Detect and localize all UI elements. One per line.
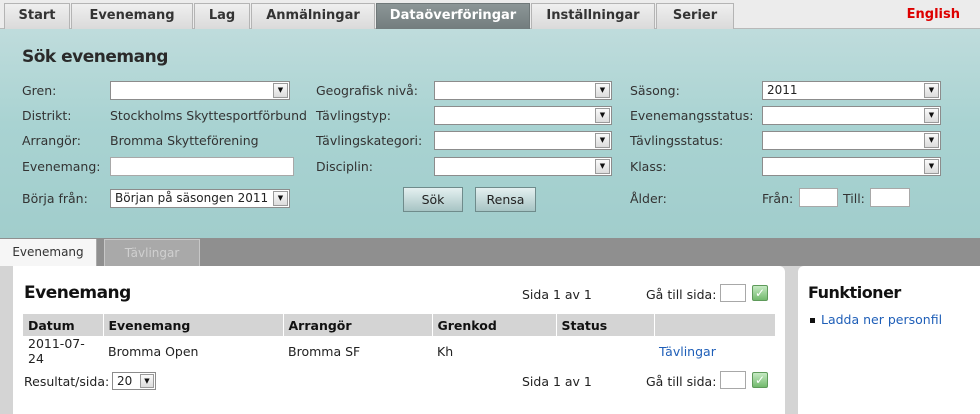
sasong-value: 2011: [767, 83, 798, 97]
sasong-label: Säsong:: [630, 83, 680, 98]
tavlingstyp-label: Tävlingstyp:: [316, 108, 391, 123]
cell-grenkod: Kh: [437, 343, 454, 359]
download-personfil-link[interactable]: Ladda ner personfil: [821, 312, 942, 327]
table-row: 2011-07-24 Bromma Open Bromma SF Kh Tävl…: [23, 336, 776, 366]
functions-title: Funktioner: [808, 283, 901, 302]
goto-page-input-bottom[interactable]: [720, 371, 746, 389]
geografisk-niva-label: Geografisk nivå:: [316, 83, 419, 98]
disciplin-select[interactable]: ▼: [434, 157, 612, 176]
table-header-row: Datum Evenemang Arrangör Grenkod Status: [23, 314, 776, 336]
sasong-select[interactable]: 2011 ▼: [762, 81, 941, 100]
bullet-icon: [810, 318, 815, 323]
borja-fran-label: Börja från:: [22, 191, 88, 206]
cell-actions: Tävlingar: [654, 336, 776, 366]
alder-fran-label: Från:: [762, 191, 794, 206]
cell-arrangor: Bromma SF: [288, 343, 361, 359]
klass-select[interactable]: ▼: [762, 157, 941, 176]
dropdown-arrow-icon: ▼: [273, 83, 288, 98]
goto-label-bottom: Gå till sida:: [646, 374, 717, 389]
dropdown-arrow-icon: ▼: [595, 159, 610, 174]
language-link-english[interactable]: English: [907, 3, 960, 27]
alder-fran-input[interactable]: [799, 188, 838, 207]
col-datum[interactable]: Datum: [23, 314, 104, 336]
events-table: Datum Evenemang Arrangör Grenkod Status …: [23, 314, 776, 366]
cell-status: [556, 336, 654, 366]
col-status[interactable]: Status: [556, 314, 655, 336]
tavlingskategori-label: Tävlingskategori:: [316, 133, 423, 148]
functions-panel: Funktioner Ladda ner personfil: [798, 266, 980, 414]
nav-tab-installningar[interactable]: Inställningar: [531, 3, 655, 29]
dropdown-arrow-icon: ▼: [595, 133, 610, 148]
nav-tab-anmalningar[interactable]: Anmälningar: [251, 3, 375, 29]
col-evenemang[interactable]: Evenemang: [103, 314, 284, 336]
col-grenkod[interactable]: Grenkod: [432, 314, 557, 336]
pager-top: Sida 1 av 1: [522, 287, 592, 302]
gren-label: Gren:: [22, 83, 57, 98]
cell-datum: 2011-07-24: [28, 336, 85, 366]
dropdown-arrow-icon: ▼: [595, 83, 610, 98]
tavlingsstatus-label: Tävlingsstatus:: [630, 133, 724, 148]
alder-label: Ålder:: [630, 191, 667, 206]
col-arrangor[interactable]: Arrangör: [283, 314, 433, 336]
borja-fran-select[interactable]: Början på säsongen 2011 ▼: [110, 189, 290, 208]
dropdown-arrow-icon: ▼: [924, 108, 939, 123]
col-actions: [654, 314, 776, 336]
disciplin-label: Disciplin:: [316, 159, 373, 174]
search-title: Sök evenemang: [22, 47, 168, 67]
dropdown-arrow-icon: ▼: [924, 159, 939, 174]
pager-bottom: Sida 1 av 1: [522, 374, 592, 389]
tab-tavlingar[interactable]: Tävlingar: [104, 239, 200, 266]
nav-tab-lag[interactable]: Lag: [194, 3, 250, 29]
per-page-value: 20: [117, 374, 133, 388]
geografisk-niva-select[interactable]: ▼: [434, 81, 612, 100]
tavlingstyp-select[interactable]: ▼: [434, 106, 612, 125]
alder-till-label: Till:: [843, 191, 865, 206]
nav-tab-serier[interactable]: Serier: [656, 3, 734, 29]
goto-page-input-top[interactable]: [720, 284, 746, 302]
per-page-select[interactable]: 20 ▼: [112, 372, 156, 390]
results-panel: Evenemang Sida 1 av 1 Gå till sida: ✓ Da…: [13, 266, 785, 414]
result-tabs: Evenemang Tävlingar: [0, 238, 980, 266]
arrangor-value: Bromma Skytteförening: [110, 133, 259, 148]
goto-check-icon[interactable]: ✓: [752, 372, 768, 388]
goto-label-top: Gå till sida:: [646, 287, 717, 302]
nav-tab-dataoverforingar[interactable]: Dataöverföringar: [376, 3, 530, 29]
nav-tab-start[interactable]: Start: [4, 3, 70, 29]
gren-select[interactable]: ▼: [110, 81, 290, 100]
alder-till-input[interactable]: [870, 188, 910, 207]
top-navigation: Start Evenemang Lag Anmälningar Dataöver…: [0, 0, 980, 29]
distrikt-label: Distrikt:: [22, 108, 72, 123]
klass-label: Klass:: [630, 159, 667, 174]
goto-check-icon[interactable]: ✓: [752, 285, 768, 301]
borja-fran-value: Början på säsongen 2011: [115, 191, 269, 205]
evenemang-label: Evenemang:: [22, 159, 101, 174]
search-button[interactable]: Sök: [403, 187, 463, 212]
dropdown-arrow-icon: ▼: [140, 374, 154, 388]
distrikt-value: Stockholms Skyttesportförbund: [110, 108, 307, 123]
cell-evenemang: Bromma Open: [108, 343, 199, 359]
dropdown-arrow-icon: ▼: [273, 191, 288, 206]
tavlingskategori-select[interactable]: ▼: [434, 131, 612, 150]
evenemangsstatus-label: Evenemangsstatus:: [630, 108, 754, 123]
arrangor-label: Arrangör:: [22, 133, 81, 148]
dropdown-arrow-icon: ▼: [924, 83, 939, 98]
evenemangsstatus-select[interactable]: ▼: [762, 106, 941, 125]
dropdown-arrow-icon: ▼: [924, 133, 939, 148]
search-panel: Sök evenemang Gren: ▼ Distrikt: Stockhol…: [0, 29, 980, 238]
list-item: Ladda ner personfil: [810, 312, 942, 327]
dropdown-arrow-icon: ▼: [595, 108, 610, 123]
results-title: Evenemang: [24, 283, 131, 303]
nav-tab-evenemang[interactable]: Evenemang: [71, 3, 193, 29]
clear-button[interactable]: Rensa: [475, 187, 536, 212]
tavlingar-link[interactable]: Tävlingar: [659, 344, 716, 359]
evenemang-input[interactable]: [110, 157, 294, 176]
tavlingsstatus-select[interactable]: ▼: [762, 131, 941, 150]
tab-evenemang[interactable]: Evenemang: [0, 239, 97, 266]
per-page-label: Resultat/sida:: [24, 374, 110, 389]
